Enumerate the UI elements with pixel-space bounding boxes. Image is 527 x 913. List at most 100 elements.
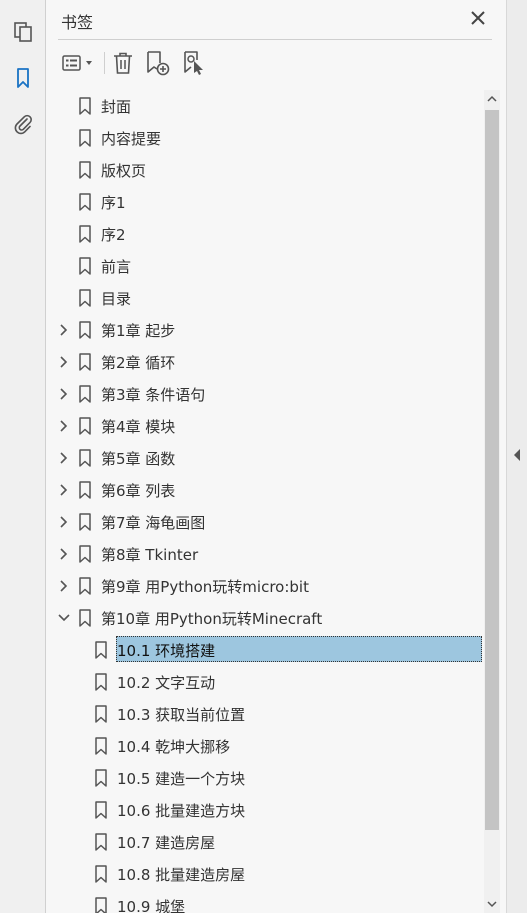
bookmark-icon (78, 289, 92, 307)
bookmark-item[interactable]: 10.8 批量建造房屋 (46, 859, 484, 889)
bookmark-item[interactable]: 10.7 建造房屋 (46, 827, 484, 857)
toolbar-separator (104, 52, 105, 74)
bookmark-item[interactable]: 第8章 Tkinter (46, 539, 484, 569)
bookmark-from-selection-button[interactable] (180, 48, 208, 78)
bookmark-icon (78, 481, 92, 499)
bookmark-icon (78, 545, 92, 563)
bookmark-label: 10.8 批量建造房屋 (117, 866, 246, 884)
header-divider (58, 39, 492, 40)
chevron-right-icon[interactable] (57, 419, 71, 433)
bookmark-item[interactable]: 序2 (46, 219, 484, 249)
bookmark-icon (94, 769, 108, 787)
chevron-right-icon[interactable] (57, 579, 71, 593)
bookmark-label: 10.2 文字互动 (117, 674, 216, 692)
bookmark-label: 前言 (101, 258, 132, 276)
bookmark-icon (78, 513, 92, 531)
bookmark-label: 第5章 函数 (101, 450, 176, 468)
bookmark-item[interactable]: 第10章 用Python玩转Minecraft (46, 603, 484, 633)
bookmark-icon (94, 865, 108, 883)
scroll-up-icon[interactable] (484, 90, 500, 108)
scroll-down-icon[interactable] (484, 895, 500, 913)
chevron-right-icon[interactable] (57, 547, 71, 561)
bookmark-item[interactable]: 10.1 环境搭建 (46, 635, 484, 665)
chevron-right-icon[interactable] (57, 323, 71, 337)
bookmark-item[interactable]: 第2章 循环 (46, 347, 484, 377)
bookmark-label: 第2章 循环 (101, 354, 176, 372)
bookmark-item[interactable]: 第1章 起步 (46, 315, 484, 345)
pages-icon[interactable] (9, 18, 37, 46)
bookmark-item[interactable]: 前言 (46, 251, 484, 281)
bookmark-label: 内容提要 (101, 130, 162, 148)
bookmark-item[interactable]: 第7章 海龟画图 (46, 507, 484, 537)
bookmark-tree: 封面内容提要版权页序1 序2 前言目录第1章 起步 第2章 循环第3章 条件语句 第4章… (46, 90, 484, 913)
bookmark-label: 10.3 获取当前位置 (117, 706, 246, 724)
bookmark-item[interactable]: 版权页 (46, 155, 484, 185)
chevron-right-icon[interactable] (57, 451, 71, 465)
bookmark-label: 序1 (101, 194, 126, 212)
panel-title: 书签 (61, 13, 94, 32)
chevron-down-icon[interactable] (57, 611, 71, 625)
bookmark-icon (94, 673, 108, 691)
bookmarks-toolbar (46, 42, 506, 84)
paperclip-icon[interactable] (9, 110, 37, 138)
delete-button[interactable] (110, 48, 136, 78)
bookmark-label: 第3章 条件语句 (101, 386, 206, 404)
close-icon[interactable] (467, 7, 489, 29)
bookmark-icon (78, 193, 92, 211)
bookmark-selection-icon (184, 51, 203, 75)
bookmark-item[interactable]: 第3章 条件语句 (46, 379, 484, 409)
bookmark-item[interactable]: 封面 (46, 91, 484, 121)
bookmark-label: 第7章 海龟画图 (101, 514, 206, 532)
bookmark-label: 序2 (101, 226, 126, 244)
bookmark-icon (94, 833, 108, 851)
bookmark-label: 10.6 批量建造方块 (117, 802, 246, 820)
bookmark-item[interactable]: 10.9 城堡 (46, 891, 484, 913)
chevron-right-icon[interactable] (57, 483, 71, 497)
options-button[interactable] (60, 48, 98, 78)
bookmark-label: 10.4 乾坤大挪移 (117, 738, 231, 756)
bookmark-item[interactable]: 目录 (46, 283, 484, 313)
bookmark-icon (78, 609, 92, 627)
bookmark-icon (94, 737, 108, 755)
bookmark-icon (78, 385, 92, 403)
bookmark-item[interactable]: 10.3 获取当前位置 (46, 699, 484, 729)
bookmark-icon (78, 417, 92, 435)
bookmark-item[interactable]: 第5章 函数 (46, 443, 484, 473)
bookmark-icon (78, 257, 92, 275)
navigation-rail (0, 0, 46, 913)
panel-collapse-strip (506, 0, 527, 913)
add-bookmark-icon (147, 51, 170, 76)
bookmark-icon (94, 641, 108, 659)
bookmark-item[interactable]: 序1 (46, 187, 484, 217)
bookmark-label: 第8章 Tkinter (101, 546, 199, 564)
bookmark-item[interactable]: 10.5 建造一个方块 (46, 763, 484, 793)
scrollbar-thumb[interactable] (485, 110, 499, 830)
bookmark-icon (78, 321, 92, 339)
bookmark-icon (78, 129, 92, 147)
bookmark-item[interactable]: 10.2 文字互动 (46, 667, 484, 697)
bookmark-icon (94, 705, 108, 723)
bookmarks-panel: 书签 封面 内容提要 版权页 序1 序2 前言 目录 第1章 起步 第2章 循环… (46, 0, 506, 913)
chevron-right-icon[interactable] (57, 355, 71, 369)
bookmark-label: 10.9 城堡 (117, 898, 186, 913)
bookmark-icon[interactable] (9, 64, 37, 92)
bookmark-icon (78, 353, 92, 371)
bookmark-icon (78, 449, 92, 467)
bookmark-item[interactable]: 第9章 用Python玩转micro:bit (46, 571, 484, 601)
bookmark-label: 第10章 用Python玩转Minecraft (101, 610, 323, 628)
chevron-right-icon[interactable] (57, 515, 71, 529)
bookmark-item[interactable]: 内容提要 (46, 123, 484, 153)
bookmark-label: 目录 (101, 290, 132, 308)
bookmark-item[interactable]: 第4章 模块 (46, 411, 484, 441)
collapse-panel-icon[interactable] (509, 440, 525, 470)
bookmark-label: 第4章 模块 (101, 418, 176, 436)
bookmark-item[interactable]: 第6章 列表 (46, 475, 484, 505)
bookmark-item[interactable]: 10.6 批量建造方块 (46, 795, 484, 825)
trash-icon (114, 52, 132, 74)
chevron-right-icon[interactable] (57, 387, 71, 401)
panel-header: 书签 (46, 0, 506, 38)
bookmark-label: 第1章 起步 (101, 322, 176, 340)
bookmark-item[interactable]: 10.4 乾坤大挪移 (46, 731, 484, 761)
vertical-scrollbar[interactable] (484, 90, 500, 913)
new-bookmark-button[interactable] (144, 48, 172, 78)
